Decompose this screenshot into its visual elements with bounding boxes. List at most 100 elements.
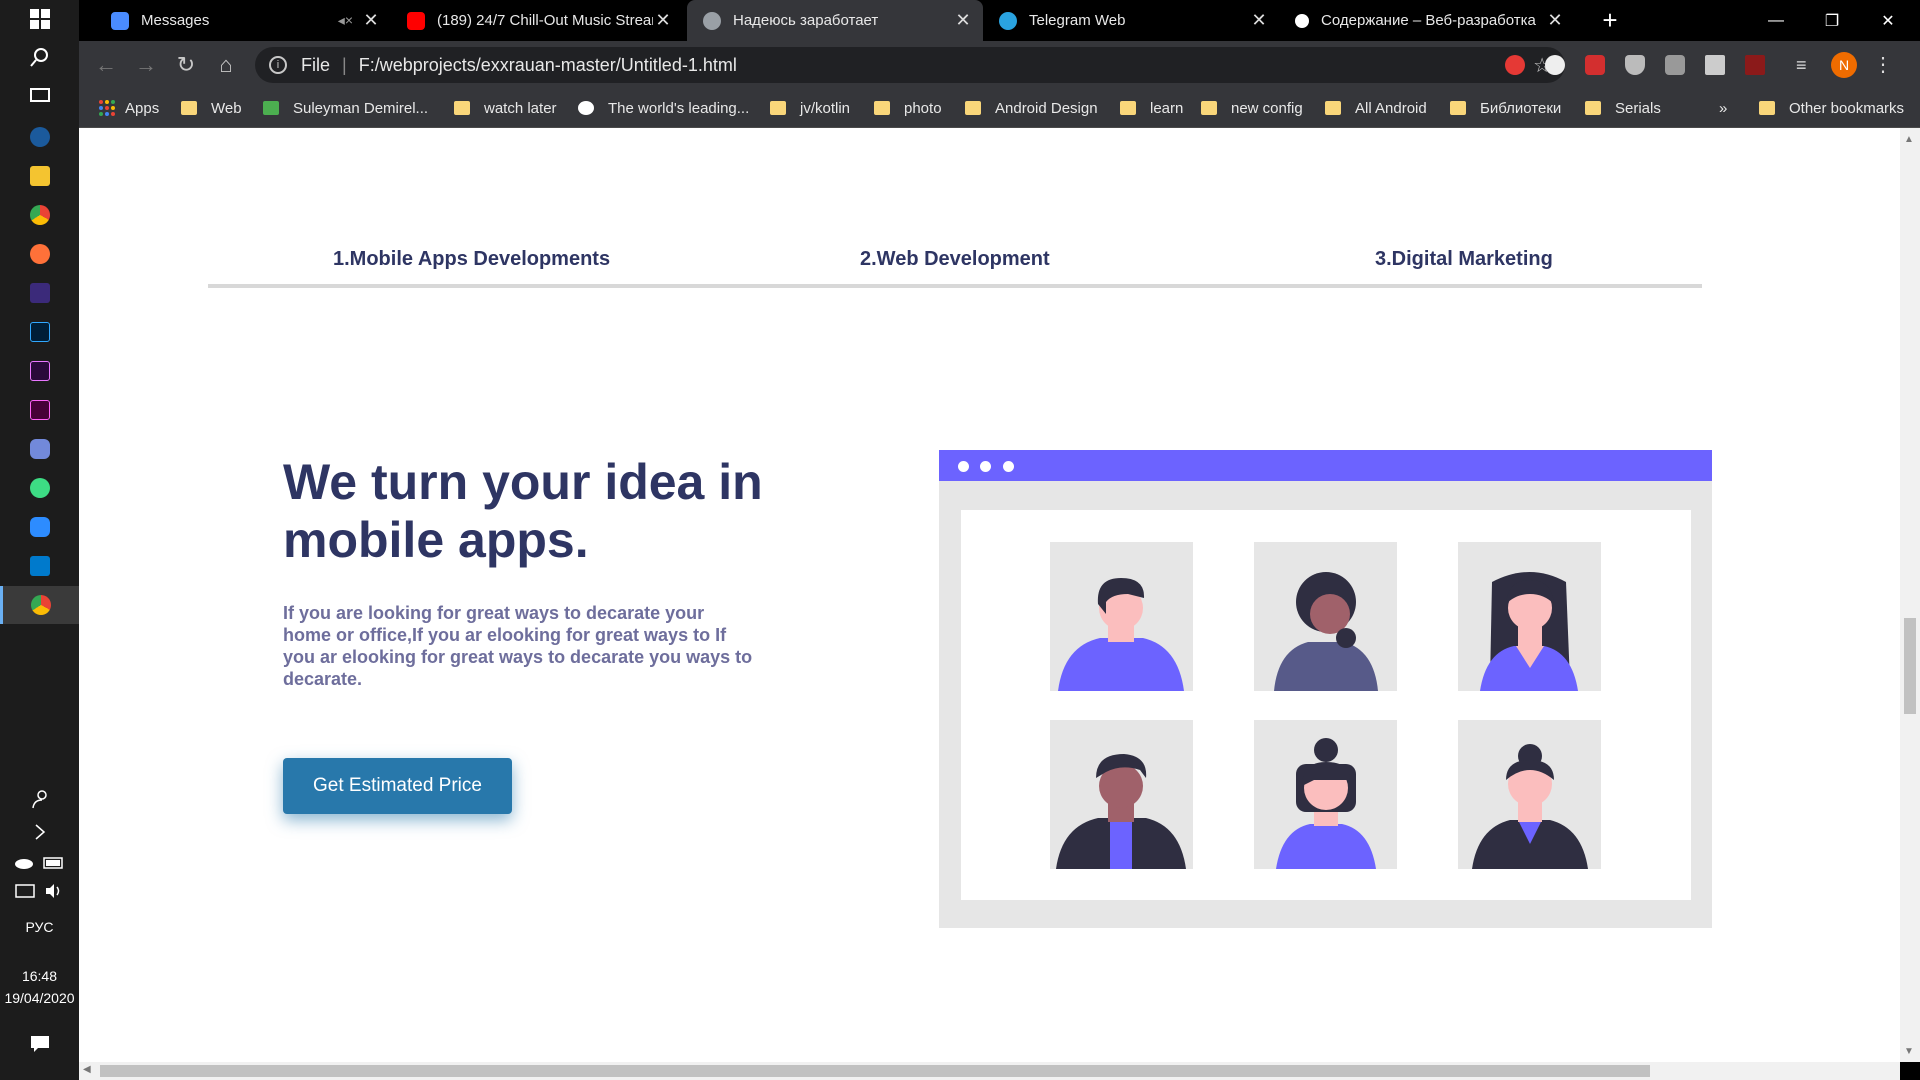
- person-avatar-icon: [1254, 720, 1397, 869]
- new-tab-button[interactable]: +: [1582, 0, 1638, 41]
- bookmark-web[interactable]: Web: [181, 88, 242, 128]
- home-button[interactable]: ⌂: [210, 49, 242, 81]
- page-viewport: 1.Mobile Apps Developments 2.Web Develop…: [79, 128, 1900, 1062]
- restore-button[interactable]: ❐: [1804, 0, 1860, 41]
- close-icon[interactable]: ✕: [361, 10, 381, 31]
- bookmark-label: Suleyman Demirel...: [293, 99, 429, 117]
- hero-description: If you are looking for great ways to dec…: [283, 603, 753, 689]
- firefox-icon[interactable]: [0, 235, 79, 273]
- bookmark-libraries[interactable]: Библиотеки: [1450, 88, 1561, 128]
- forward-button[interactable]: →: [130, 49, 162, 81]
- bookmark-watch-later[interactable]: watch later: [454, 88, 557, 128]
- shield-icon[interactable]: [1625, 55, 1645, 75]
- bookmarks-overflow-button[interactable]: »: [1719, 88, 1727, 128]
- bookmark-photo[interactable]: photo: [874, 88, 942, 128]
- mdn-favicon-icon: [1295, 13, 1309, 28]
- bulb-icon[interactable]: [1665, 55, 1685, 75]
- extension-red-icon[interactable]: [1505, 55, 1525, 75]
- service-tab-mobile[interactable]: 1.Mobile Apps Developments: [333, 248, 610, 271]
- menu-icon[interactable]: ⋮: [1873, 55, 1893, 75]
- scrollbar-thumb[interactable]: [100, 1065, 1650, 1077]
- back-button[interactable]: ←: [90, 49, 122, 81]
- bookmark-label: Web: [211, 99, 242, 117]
- folder-icon: [770, 101, 786, 115]
- profile-avatar[interactable]: N: [1831, 52, 1857, 78]
- bookmark-learn[interactable]: learn: [1120, 88, 1183, 128]
- scroll-left-icon[interactable]: ◀: [83, 1064, 91, 1075]
- tab-youtube[interactable]: (189) 24/7 Chill-Out Music Stream ✕: [391, 0, 683, 41]
- tab-active-page[interactable]: Надеюсь заработает ✕: [687, 0, 983, 41]
- close-icon[interactable]: ✕: [1249, 10, 1269, 31]
- chrome-active-icon[interactable]: [0, 586, 79, 624]
- window-dot: [980, 461, 991, 472]
- task-view-icon[interactable]: [0, 76, 79, 114]
- get-estimated-price-button[interactable]: Get Estimated Price: [283, 758, 512, 814]
- network-volume-icons[interactable]: [0, 872, 79, 910]
- android-studio-icon[interactable]: [0, 469, 79, 507]
- extension-timer-icon[interactable]: [1545, 55, 1565, 75]
- service-tab-marketing[interactable]: 3.Digital Marketing: [1375, 248, 1553, 271]
- intellij-icon[interactable]: [0, 274, 79, 312]
- bookmark-github[interactable]: The world's leading...: [578, 88, 749, 128]
- close-icon[interactable]: ✕: [1545, 10, 1565, 31]
- notifications-icon[interactable]: [0, 1025, 79, 1063]
- bookmarks-bar: Apps Web Suleyman Demirel... watch later…: [79, 88, 1920, 128]
- url-text[interactable]: F:/webprojects/exxrauan-master/Untitled-…: [359, 55, 737, 76]
- bookmark-apps[interactable]: Apps: [99, 88, 159, 128]
- language-indicator[interactable]: РУС: [0, 919, 79, 935]
- adblock-icon[interactable]: [1585, 55, 1605, 75]
- illustration-titlebar: [939, 450, 1712, 481]
- bookmark-android-design[interactable]: Android Design: [965, 88, 1098, 128]
- bookmark-label: Serials: [1615, 99, 1661, 117]
- premiere-icon[interactable]: [0, 352, 79, 390]
- file-explorer-icon[interactable]: [0, 157, 79, 195]
- horizontal-scrollbar[interactable]: ◀: [79, 1062, 1900, 1080]
- steam-icon[interactable]: [0, 118, 79, 156]
- browser-toolbar: ← → ↻ ⌂ i File | F:/webprojects/exxrauan…: [79, 41, 1920, 88]
- media-control-icon[interactable]: ≡: [1796, 55, 1816, 75]
- bookmark-new-config[interactable]: new config: [1201, 88, 1303, 128]
- bookmark-suleyman[interactable]: Suleyman Demirel...: [263, 88, 428, 128]
- search-icon[interactable]: [0, 38, 79, 76]
- minimize-button[interactable]: —: [1748, 0, 1804, 41]
- window-dot: [958, 461, 969, 472]
- vertical-scrollbar[interactable]: ▲ ▼: [1900, 128, 1920, 1062]
- tab-messages[interactable]: Messages ◂× ✕: [95, 0, 391, 41]
- bookmark-kotlin[interactable]: jv/kotlin: [770, 88, 850, 128]
- discord-icon[interactable]: [0, 430, 79, 468]
- other-bookmarks[interactable]: Other bookmarks: [1759, 88, 1904, 128]
- adobe-xd-icon[interactable]: [0, 391, 79, 429]
- photoshop-icon[interactable]: [0, 313, 79, 351]
- mute-icon[interactable]: ◂×: [338, 12, 353, 29]
- bookmark-label: Apps: [125, 99, 160, 117]
- bookmark-all-android[interactable]: All Android: [1325, 88, 1427, 128]
- hero-title: We turn your idea in mobile apps.: [283, 454, 763, 568]
- reload-button[interactable]: ↻: [170, 49, 202, 81]
- close-icon[interactable]: ✕: [653, 10, 673, 31]
- bookmark-label: Библиотеки: [1480, 99, 1562, 117]
- tab-mdn[interactable]: Содержание – Веб-разработка ✕: [1279, 0, 1575, 41]
- clock-time[interactable]: 16:48: [0, 968, 79, 984]
- address-bar[interactable]: i File | F:/webprojects/exxrauan-master/…: [255, 47, 1565, 83]
- windows-taskbar: РУС 16:48 19/04/2020: [0, 0, 79, 1080]
- vscode-icon[interactable]: [0, 547, 79, 585]
- clock-date[interactable]: 19/04/2020: [0, 990, 79, 1006]
- close-icon[interactable]: ✕: [953, 10, 973, 31]
- cube-icon[interactable]: [1705, 55, 1725, 75]
- tab-title: (189) 24/7 Chill-Out Music Stream: [437, 12, 653, 29]
- pdf-icon[interactable]: [1745, 55, 1765, 75]
- scrollbar-thumb[interactable]: [1904, 618, 1916, 714]
- tab-telegram[interactable]: Telegram Web ✕: [983, 0, 1279, 41]
- chrome-icon[interactable]: [0, 196, 79, 234]
- zoom-icon[interactable]: [0, 508, 79, 546]
- folder-icon: [1325, 101, 1341, 115]
- scroll-down-icon[interactable]: ▼: [1904, 1046, 1914, 1057]
- windows-start-icon[interactable]: [0, 0, 79, 38]
- bookmark-serials[interactable]: Serials: [1585, 88, 1661, 128]
- folder-icon: [1759, 101, 1775, 115]
- info-icon[interactable]: i: [269, 56, 287, 74]
- close-window-button[interactable]: ✕: [1860, 0, 1916, 41]
- service-tab-web[interactable]: 2.Web Development: [860, 248, 1050, 271]
- bookmark-label: watch later: [484, 99, 557, 117]
- scroll-up-icon[interactable]: ▲: [1904, 134, 1914, 145]
